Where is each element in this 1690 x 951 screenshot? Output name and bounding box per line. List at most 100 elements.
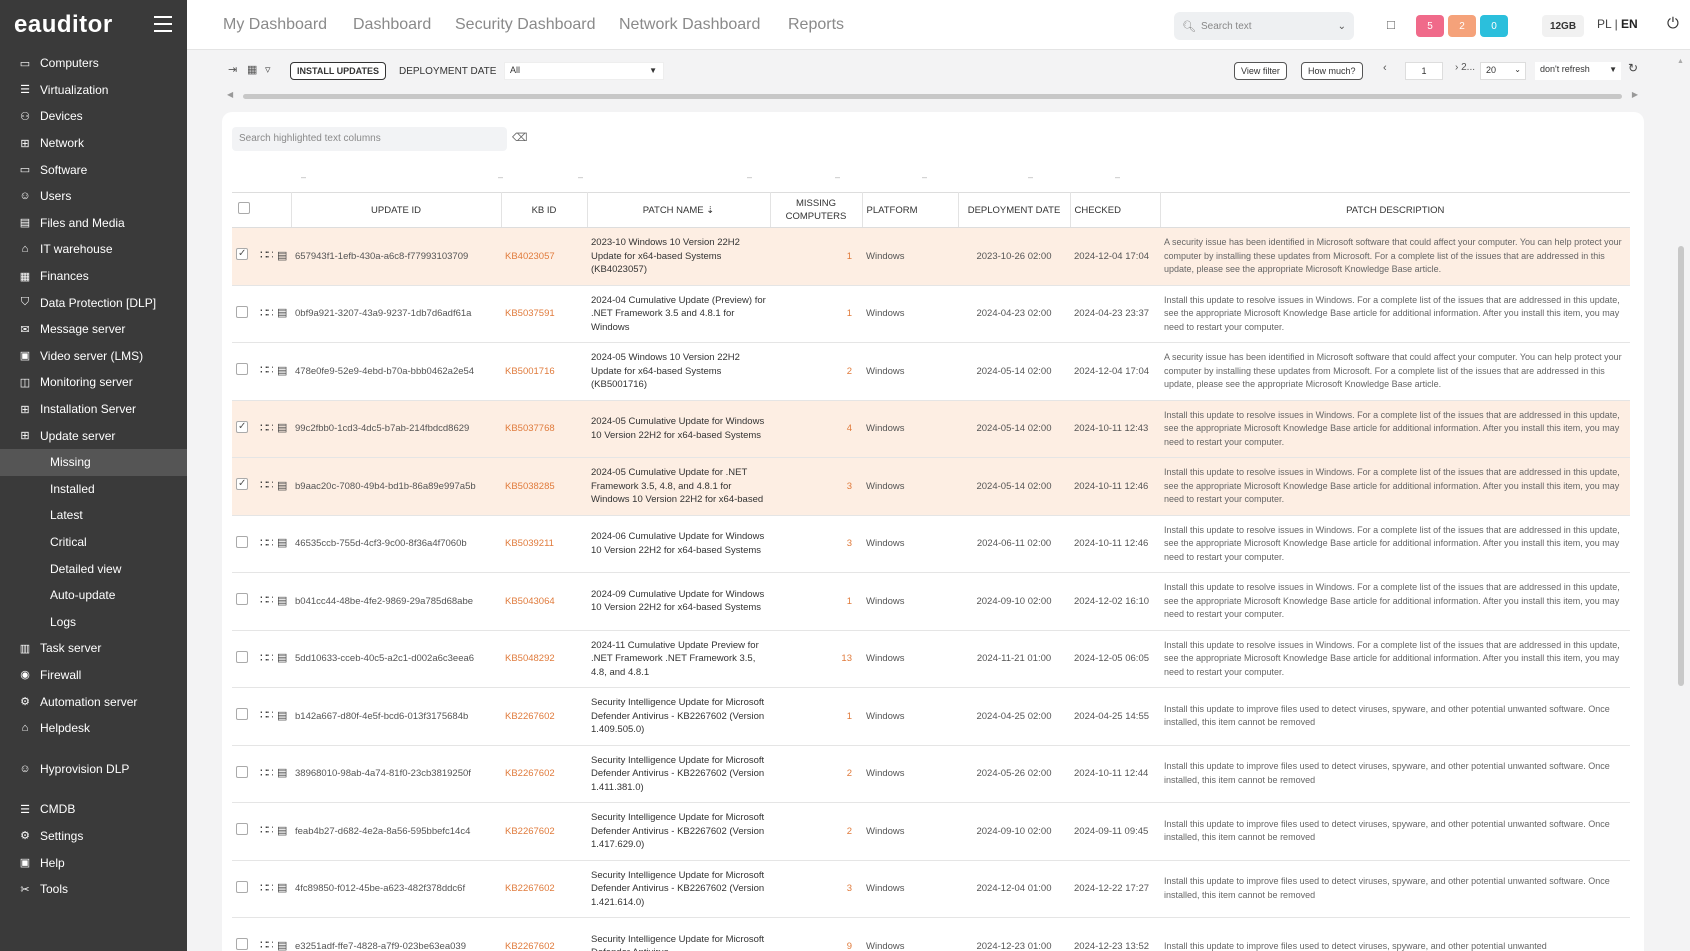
kb-id-link[interactable]: KB5039211 [501,515,587,573]
scroll-right-icon[interactable]: ▶ [1632,90,1638,99]
details-icon[interactable]: ▤ [277,307,287,319]
grid-menu-icon[interactable]: ∷∷ [260,478,273,492]
row-details[interactable]: ▤ [273,515,291,573]
details-icon[interactable]: ▤ [277,710,287,722]
sidebar-item-update-server[interactable]: ⊞ Update server [0,422,187,449]
kb-id-link[interactable]: KB2267602 [501,687,587,746]
row-details[interactable]: ▤ [273,917,291,951]
col-checked[interactable]: CHECKED [1070,192,1161,228]
column-filter-placeholder[interactable]: – [301,172,306,182]
sidebar-item-finances[interactable]: ▦ Finances [0,263,187,290]
missing-computers-link[interactable]: 2 [770,802,862,861]
kb-id-link[interactable]: KB5043064 [501,572,587,631]
table-row[interactable]: ∷∷ ▤ 46535ccb-755d-4cf3-9c00-8f36a4f7060b K… [232,515,1630,573]
vertical-scrollbar[interactable]: ▲ [1677,58,1685,951]
row-select[interactable] [232,342,256,401]
clear-search-icon[interactable]: ⌫ [512,131,528,144]
kb-id-link[interactable]: KB5037768 [501,400,587,458]
grid-menu-icon[interactable]: ∷∷ [260,651,273,665]
row-grid[interactable]: ∷∷ [256,630,273,688]
sidebar-item-firewall[interactable]: ◉ Firewall [0,662,187,689]
scrollbar-thumb[interactable] [1678,246,1684,686]
row-select[interactable] [232,227,256,286]
row-grid[interactable]: ∷∷ [256,457,273,516]
nav-dashboard[interactable]: Dashboard [353,16,431,34]
lang-en[interactable]: EN [1621,17,1638,31]
alert-badge-blue[interactable]: 0 [1480,15,1508,37]
row-grid[interactable]: ∷∷ [256,572,273,631]
row-checkbox[interactable] [236,765,248,778]
grid-menu-icon[interactable]: ∷∷ [260,766,273,780]
prev-page-icon[interactable]: ‹ [1383,62,1387,74]
details-icon[interactable]: ▤ [277,652,287,664]
sidebar-item-computers[interactable]: ▭ Computers [0,50,187,77]
missing-computers-link[interactable]: 3 [770,860,862,918]
table-row[interactable]: ∷∷ ▤ feab4b27-d682-4e2a-8a56-595bbefc14c4 K… [232,802,1630,861]
app-logo[interactable]: eauditor [14,11,113,39]
sidebar-item-monitoring-server[interactable]: ◫ Monitoring server [0,369,187,396]
nav-my-dashboard[interactable]: My Dashboard [223,16,327,34]
row-select[interactable] [232,630,256,688]
sidebar-item-network[interactable]: ⊞ Network [0,130,187,157]
sidebar-subitem-latest[interactable]: Latest [0,502,187,529]
row-details[interactable]: ▤ [273,342,291,401]
row-details[interactable]: ▤ [273,630,291,688]
table-row[interactable]: ∷∷ ▤ b142a667-d80f-4e5f-bcd6-013f3175684b K… [232,687,1630,746]
sidebar-item-tools[interactable]: ✂ Tools [0,876,187,903]
grid-menu-icon[interactable]: ∷∷ [260,938,273,951]
missing-computers-link[interactable]: 2 [770,745,862,803]
row-select[interactable] [232,860,256,918]
row-select[interactable] [232,457,256,516]
table-row[interactable]: ∷∷ ▤ 38968010-98ab-4a74-81f0-23cb3819250f K… [232,745,1630,803]
row-grid[interactable]: ∷∷ [256,860,273,918]
scrollbar-thumb[interactable] [243,94,1622,99]
row-select[interactable] [232,745,256,803]
row-checkbox[interactable] [236,477,248,491]
grid-menu-icon[interactable]: ∷∷ [260,536,273,550]
sidebar-item-files-and-media[interactable]: ▤ Files and Media [0,210,187,237]
grid-menu-icon[interactable]: ∷∷ [260,593,273,607]
scroll-up-icon[interactable]: ▲ [1677,58,1684,65]
table-row[interactable]: ∷∷ ▤ 657943f1-1efb-430a-a6c8-f77993103709K… [232,227,1630,286]
kb-id-link[interactable]: KB4023057 [501,227,587,286]
power-icon[interactable]: ⏻ [1667,15,1679,32]
details-icon[interactable]: ▤ [277,767,287,779]
details-icon[interactable]: ▤ [277,882,287,894]
missing-computers-link[interactable]: 13 [770,630,862,688]
select-all-checkbox[interactable] [238,202,250,214]
row-details[interactable]: ▤ [273,802,291,861]
missing-computers-link[interactable]: 1 [770,285,862,343]
nav-security-dashboard[interactable]: Security Dashboard [455,16,596,34]
next-page-icon[interactable]: › 2... [1455,62,1475,73]
sidebar-item-message-server[interactable]: ✉ Message server [0,316,187,343]
hamburger-menu-icon[interactable] [154,16,172,32]
column-filter-placeholder[interactable]: – [747,172,752,182]
row-details[interactable]: ▤ [273,687,291,746]
missing-computers-link[interactable]: 3 [770,515,862,573]
row-checkbox[interactable] [236,938,248,950]
table-row[interactable]: ∷∷ ▤ 5dd10633-cceb-40c5-a2c1-d002a6c3eea6 K… [232,630,1630,688]
row-checkbox[interactable] [236,363,248,375]
grid-menu-icon[interactable]: ∷∷ [260,823,273,837]
row-checkbox[interactable] [236,305,248,318]
sidebar-item-devices[interactable]: ⚇ Devices [0,103,187,130]
sidebar-item-help[interactable]: ▣ Help [0,849,187,876]
scroll-left-icon[interactable]: ◀ [227,90,233,99]
column-filter-placeholder[interactable]: – [1028,172,1033,182]
kb-id-link[interactable]: KB5048292 [501,630,587,688]
row-select[interactable] [232,687,256,746]
row-details[interactable]: ▤ [273,457,291,516]
sidebar-item-cmdb[interactable]: ☰ CMDB [0,796,187,823]
row-checkbox[interactable] [236,650,248,663]
grid-menu-icon[interactable]: ∷∷ [260,306,273,320]
row-select[interactable] [232,285,256,343]
col-deployment-date[interactable]: DEPLOYMENT DATE [958,192,1071,228]
how-much-button[interactable]: How much? [1301,62,1363,80]
grid-menu-icon[interactable]: ∷∷ [260,708,273,722]
col-patch-description[interactable]: PATCH DESCRIPTION [1160,192,1630,228]
sidebar-item-it-warehouse[interactable]: ⌂ IT warehouse [0,236,187,263]
page-number-input[interactable]: 1 [1405,62,1443,80]
grid-menu-icon[interactable]: ∷∷ [260,248,273,262]
kb-id-link[interactable]: KB2267602 [501,802,587,861]
row-details[interactable]: ▤ [273,572,291,631]
